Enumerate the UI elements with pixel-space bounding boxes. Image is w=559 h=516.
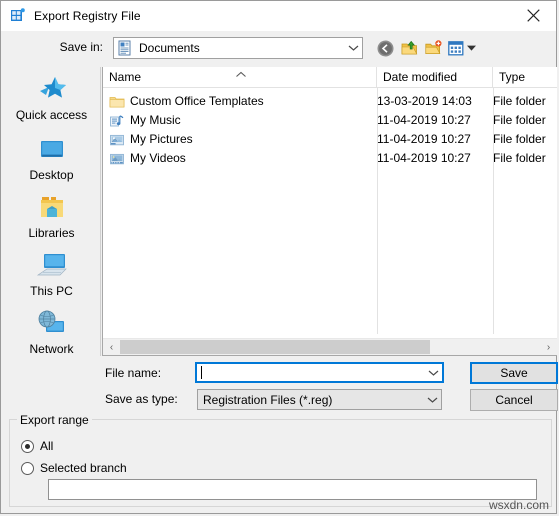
registry-editor-icon: [10, 8, 26, 24]
date-modified-cell: 11-04-2019 10:27: [377, 113, 471, 127]
desktop-monitor-icon: [2, 133, 101, 167]
views-button[interactable]: [447, 37, 465, 59]
export-range-title: Export range: [17, 413, 92, 427]
type-cell: File folder: [493, 132, 546, 146]
table-row[interactable]: My Pictures 11-04-2019 10:27 File folder: [103, 130, 557, 149]
save-in-row: Save in: Documents: [1, 37, 556, 61]
chevron-down-icon[interactable]: [424, 396, 441, 404]
sidebar-item-label: This PC: [30, 284, 73, 298]
views-dropdown-arrow[interactable]: [464, 37, 478, 59]
file-name-text: Custom Office Templates: [130, 94, 264, 108]
titlebar: Export Registry File: [1, 1, 556, 31]
file-list[interactable]: Name Date modified Type Custom Office Te…: [102, 67, 557, 356]
scroll-right-arrow-icon[interactable]: ›: [540, 339, 557, 355]
documents-icon: [117, 40, 133, 56]
sidebar-item-label: Network: [29, 342, 74, 356]
radio-all-label: All: [40, 439, 54, 453]
type-cell: File folder: [493, 113, 546, 127]
libraries-folder-icon: [2, 191, 101, 225]
save-as-type-value: Registration Files (*.reg): [203, 392, 333, 407]
radio-indicator[interactable]: [21, 439, 34, 453]
selected-branch-input[interactable]: [48, 479, 537, 500]
save-as-type-label: Save as type:: [105, 392, 178, 406]
places-bar: Quick access Desktop Libraries This PC N…: [2, 67, 101, 356]
file-name-text: My Pictures: [130, 132, 193, 146]
date-modified-cell: 13-03-2019 14:03: [377, 94, 472, 108]
table-row[interactable]: My Videos 11-04-2019 10:27 File folder: [103, 149, 557, 168]
file-name-label: File name:: [105, 366, 162, 380]
back-button[interactable]: [373, 37, 397, 59]
radio-all[interactable]: All: [21, 439, 53, 453]
sidebar-item-network[interactable]: Network: [2, 307, 101, 363]
chevron-up-icon: [235, 68, 247, 77]
save-in-combobox[interactable]: Documents: [113, 37, 363, 59]
column-header-date-modified[interactable]: Date modified: [377, 67, 493, 87]
radio-selected-branch[interactable]: Selected branch: [21, 461, 127, 475]
chevron-down-icon[interactable]: [345, 44, 362, 52]
scroll-left-arrow-icon[interactable]: ‹: [103, 339, 120, 355]
cancel-button[interactable]: Cancel: [470, 389, 558, 411]
file-name-input[interactable]: [195, 362, 444, 383]
file-name-cell: My Videos: [103, 149, 377, 168]
window-title: Export Registry File: [34, 9, 141, 23]
export-registry-file-dialog: Export Registry File Save in: Documents …: [0, 0, 558, 514]
file-name-cell: My Pictures: [103, 130, 377, 149]
sidebar-item-label: Libraries: [28, 226, 75, 240]
text-caret: [201, 366, 202, 379]
save-as-type-select[interactable]: Registration Files (*.reg): [197, 389, 442, 410]
horizontal-scrollbar[interactable]: ‹ ›: [103, 338, 557, 355]
column-header-type[interactable]: Type: [493, 67, 557, 87]
close-button[interactable]: [511, 1, 556, 30]
network-globe-icon: [2, 307, 101, 341]
save-in-label: Save in:: [59, 40, 103, 54]
radio-indicator[interactable]: [21, 461, 34, 475]
sidebar-item-desktop[interactable]: Desktop: [2, 133, 101, 189]
date-modified-cell: 11-04-2019 10:27: [377, 151, 471, 165]
file-list-header: Name Date modified Type: [103, 67, 557, 88]
radio-selected-branch-label: Selected branch: [40, 461, 127, 475]
up-one-level-button[interactable]: [397, 37, 421, 59]
selected-branch-value: [49, 480, 536, 483]
music-folder-icon: [109, 113, 125, 129]
quick-access-star-icon: [2, 73, 101, 107]
chevron-down-icon[interactable]: [425, 369, 442, 377]
table-row[interactable]: My Music 11-04-2019 10:27 File folder: [103, 111, 557, 130]
type-cell: File folder: [493, 151, 546, 165]
pictures-folder-icon: [109, 132, 125, 148]
table-row[interactable]: Custom Office Templates 13-03-2019 14:03…: [103, 92, 557, 111]
sidebar-item-this-pc[interactable]: This PC: [2, 249, 101, 305]
sidebar-item-label: Quick access: [15, 108, 88, 122]
save-in-value: Documents: [139, 41, 200, 55]
create-new-folder-button[interactable]: [421, 37, 445, 59]
date-modified-cell: 11-04-2019 10:27: [377, 132, 471, 146]
file-name-cell: My Music: [103, 111, 377, 130]
watermark: wsxdn.com: [488, 498, 549, 512]
sidebar-item-libraries[interactable]: Libraries: [2, 191, 101, 247]
scrollbar-thumb[interactable]: [120, 340, 430, 354]
type-cell: File folder: [493, 94, 546, 108]
sidebar-item-quick-access[interactable]: Quick access: [2, 73, 101, 129]
file-name-text: My Music: [130, 113, 181, 127]
column-divider: [493, 88, 494, 334]
sidebar-item-label: Desktop: [29, 168, 74, 182]
column-divider: [377, 88, 378, 334]
file-name-cell: Custom Office Templates: [103, 92, 377, 111]
videos-folder-icon: [109, 151, 125, 167]
save-button[interactable]: Save: [470, 362, 558, 384]
folder-icon: [109, 94, 125, 110]
this-pc-icon: [2, 249, 101, 283]
file-name-text: My Videos: [130, 151, 186, 165]
